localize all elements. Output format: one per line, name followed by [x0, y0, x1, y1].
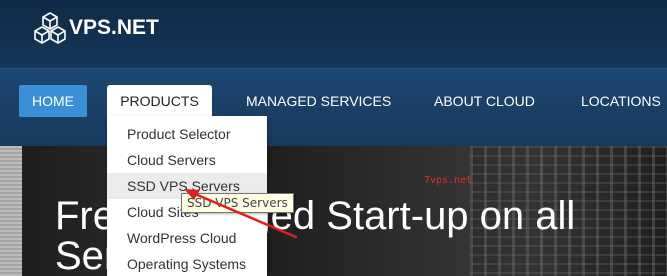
nav-home[interactable]: HOME — [19, 85, 87, 117]
watermark-text: 7vps.net — [424, 175, 473, 186]
hero-server-image — [0, 146, 22, 276]
nav-locations[interactable]: LOCATIONS — [581, 85, 667, 117]
site-header: VPS.NET — [0, 0, 667, 68]
menu-item-operating-systems[interactable]: Operating Systems — [107, 251, 267, 276]
brand-name: VPS.NET — [69, 16, 159, 39]
menu-item-product-selector[interactable]: Product Selector — [107, 121, 267, 147]
menu-item-cloud-servers[interactable]: Cloud Servers — [107, 147, 267, 173]
annotation-arrow-icon — [184, 189, 298, 239]
main-nav: HOME PRODUCTS MANAGED SERVICES ABOUT CLO… — [0, 68, 667, 146]
nav-products[interactable]: PRODUCTS — [107, 85, 212, 117]
hero-banner: Free Managed Start-up on all Servers 7vp… — [0, 146, 667, 276]
brand-logo[interactable]: VPS.NET — [33, 11, 159, 45]
nav-about-cloud[interactable]: ABOUT CLOUD — [434, 85, 535, 117]
nav-managed-services[interactable]: MANAGED SERVICES — [246, 85, 391, 117]
cubes-logo-icon — [34, 12, 66, 44]
